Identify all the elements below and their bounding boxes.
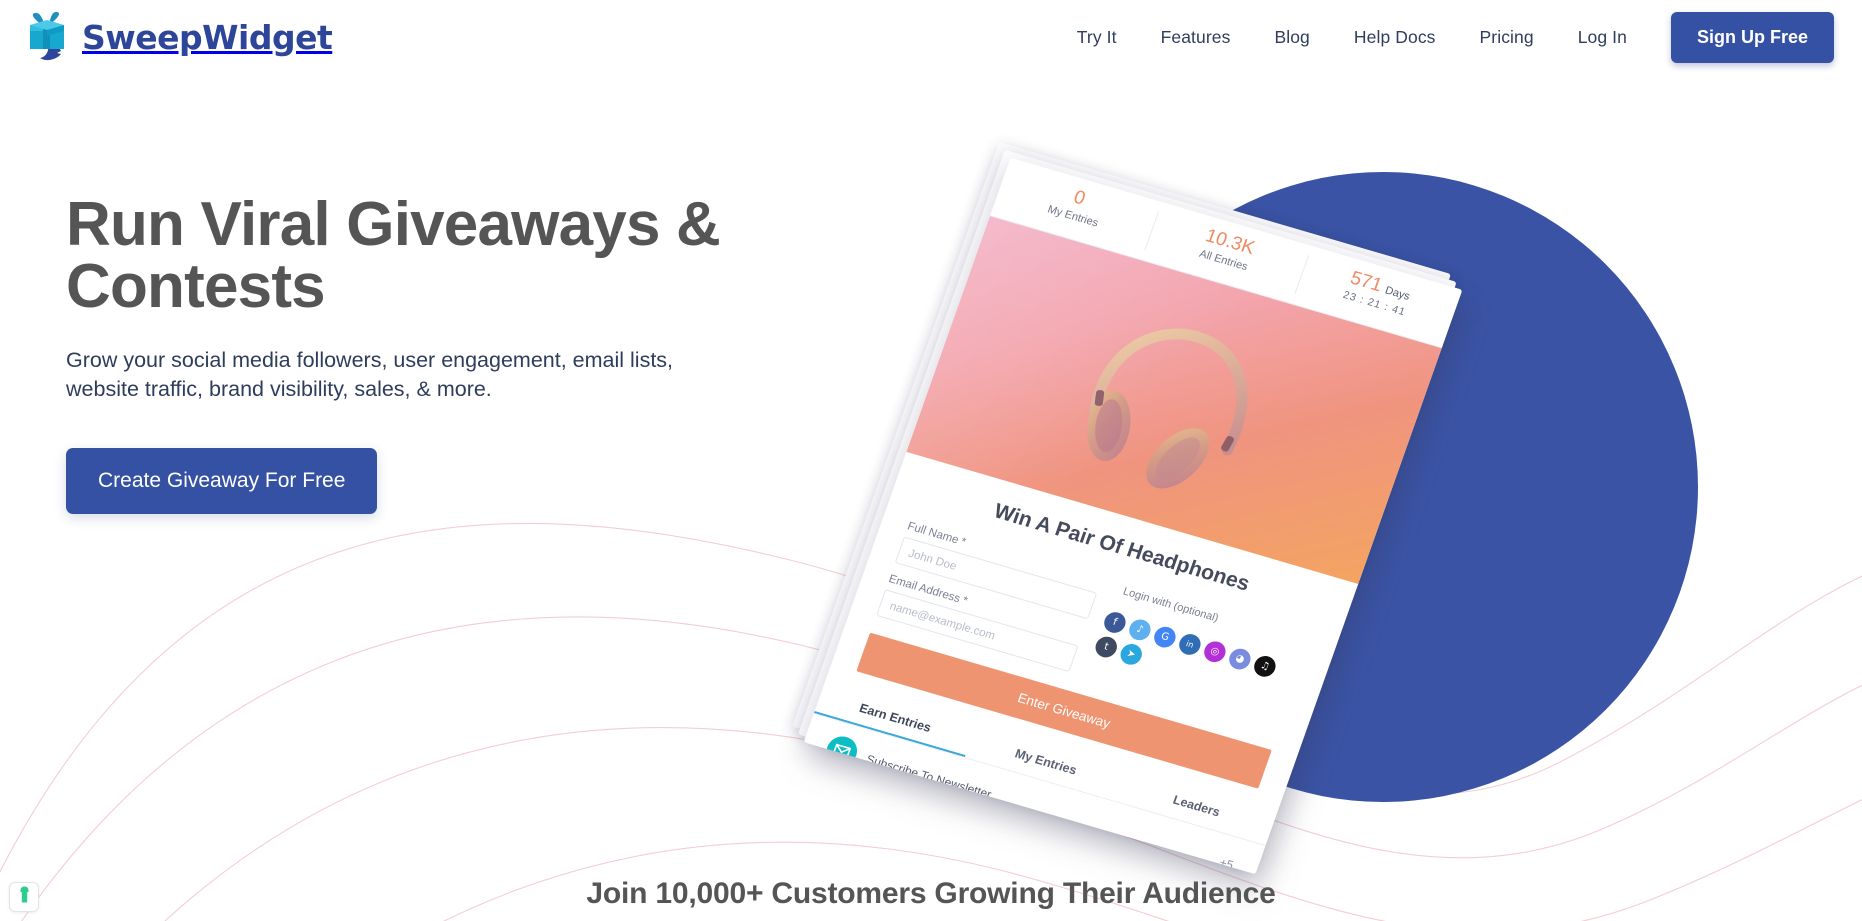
facebook-icon[interactable]: f bbox=[1101, 609, 1129, 636]
hero-subtitle-line-1: Grow your social media followers, user e… bbox=[66, 348, 674, 372]
nav-features[interactable]: Features bbox=[1139, 17, 1253, 58]
nav-pricing[interactable]: Pricing bbox=[1458, 17, 1556, 58]
tumblr-icon[interactable]: t bbox=[1092, 634, 1120, 660]
google-icon[interactable]: G bbox=[1151, 624, 1179, 651]
brand-logo[interactable]: SweepWidget bbox=[24, 9, 333, 65]
discord-icon[interactable]: ◕ bbox=[1226, 646, 1254, 672]
page-root: SweepWidget Try It Features Blog Help Do… bbox=[0, 0, 1862, 921]
hero-title-line-2: Contests bbox=[66, 252, 326, 321]
site-header: SweepWidget Try It Features Blog Help Do… bbox=[0, 0, 1862, 74]
page-title: Run Viral Giveaways & Contests bbox=[66, 194, 826, 318]
main-navigation: Try It Features Blog Help Docs Pricing L… bbox=[1055, 11, 1834, 63]
hero-subtitle: Grow your social media followers, user e… bbox=[66, 346, 706, 404]
nav-blog[interactable]: Blog bbox=[1252, 17, 1331, 58]
sign-up-free-button[interactable]: Sign Up Free bbox=[1670, 11, 1834, 63]
privacy-badge-button[interactable] bbox=[9, 882, 39, 912]
headphones-image bbox=[1087, 328, 1248, 489]
brand-name: SweepWidget bbox=[82, 17, 333, 57]
nav-try-it[interactable]: Try It bbox=[1055, 17, 1139, 58]
hero-copy: Run Viral Giveaways & Contests Grow your… bbox=[66, 194, 826, 515]
instagram-icon bbox=[803, 786, 843, 824]
hero-title-line-1: Run Viral Giveaways & bbox=[66, 190, 721, 259]
privacy-shield-icon bbox=[18, 886, 31, 908]
hero-artwork: 0 My Entries 10.3K All Entries 571 Days bbox=[792, 141, 1698, 893]
hero-section: Run Viral Giveaways & Contests Grow your… bbox=[0, 74, 1862, 893]
social-proof-section: Join 10,000+ Customers Growing Their Aud… bbox=[0, 877, 1862, 921]
telegram-icon[interactable]: ➤ bbox=[1117, 641, 1145, 668]
social-proof-title: Join 10,000+ Customers Growing Their Aud… bbox=[586, 877, 1276, 910]
tiktok-icon[interactable]: ♫ bbox=[1251, 653, 1279, 680]
twitter-icon[interactable]: ♪ bbox=[1126, 616, 1154, 643]
nav-log-in[interactable]: Log In bbox=[1556, 17, 1649, 58]
nav-help-docs[interactable]: Help Docs bbox=[1332, 17, 1458, 58]
create-giveaway-button[interactable]: Create Giveaway For Free bbox=[66, 448, 378, 515]
hero-subtitle-line-2: website traffic, brand visibility, sales… bbox=[66, 377, 492, 402]
gift-box-icon bbox=[24, 11, 78, 63]
instagram-icon[interactable]: ◎ bbox=[1201, 638, 1229, 665]
linkedin-icon[interactable]: in bbox=[1176, 631, 1204, 658]
